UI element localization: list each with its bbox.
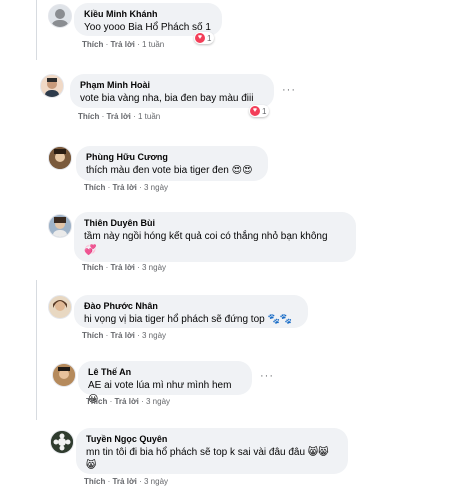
reaction-count[interactable]: ♥ 1 <box>249 105 270 117</box>
avatar-image <box>52 9 68 27</box>
comment: Kiều Minh Khánh Yoo yooo Bia Hổ Phách số… <box>0 0 450 60</box>
comment: Lê Thế An AE ai vote lúa mì như mình hem… <box>0 358 450 412</box>
reply-button[interactable]: Trả lời <box>114 397 138 406</box>
avatar-image <box>49 147 71 169</box>
avatar[interactable] <box>48 214 72 238</box>
heart-icon: ♥ <box>195 33 205 43</box>
comment-text: mn tin tôi đi bia hổ phách sẽ top k sai … <box>86 447 329 458</box>
avatar[interactable] <box>50 430 74 454</box>
comment-text: tầm này ngồi hóng kết quả coi có thắng n… <box>84 231 328 242</box>
avatar[interactable] <box>52 363 76 387</box>
comment-time[interactable]: 3 ngày <box>142 331 166 340</box>
comment-time[interactable]: 1 tuần <box>138 112 160 121</box>
like-button[interactable]: Thích <box>78 112 99 121</box>
comment: Thiên Duyên Bùi tầm này ngồi hóng kết qu… <box>0 208 450 278</box>
comment-actions: Thích · Trả lời · 3 ngày <box>82 331 167 340</box>
avatar[interactable] <box>48 4 72 28</box>
comment-author[interactable]: Tuyền Ngọc Quyên <box>86 433 338 446</box>
comment-time[interactable]: 3 ngày <box>146 397 170 406</box>
comment-author[interactable]: Lê Thế An <box>88 366 242 379</box>
comment-author[interactable]: Kiều Minh Khánh <box>84 8 212 21</box>
comment: Phạm Minh Hoài vote bia vàng nha, bia đe… <box>0 66 450 128</box>
heart-icon: ♥ <box>250 106 260 116</box>
comment-bubble: Phùng Hữu Cương thích màu đen vote bia t… <box>76 146 268 181</box>
like-button[interactable]: Thích <box>82 331 103 340</box>
reply-button[interactable]: Trả lời <box>110 331 134 340</box>
comment-bubble: Đào Phước Nhân hi vọng vị bia tiger hổ p… <box>74 295 308 328</box>
like-button[interactable]: Thích <box>86 397 107 406</box>
reaction-count[interactable]: ♥ 1 <box>194 32 215 44</box>
avatar[interactable] <box>48 146 72 170</box>
cat-face-emoji-icon: 😸😸 <box>307 447 329 458</box>
comment-actions: Thích · Trả lời · 3 ngày <box>86 397 171 406</box>
comment-actions: Thích · Trả lời · 1 tuần <box>78 112 161 121</box>
avatar-image <box>51 431 73 453</box>
comment-bubble: Tuyền Ngọc Quyên mn tin tôi đi bia hổ ph… <box>76 428 348 474</box>
reply-button[interactable]: Trả lời <box>110 263 134 272</box>
comment-actions: Thích · Trả lời · 1 tuần <box>82 40 165 49</box>
cat-face-emoji-icon: 😸 <box>86 460 97 471</box>
comment-actions: Thích · Trả lời · 3 ngày <box>84 183 169 192</box>
comment-author[interactable]: Phùng Hữu Cương <box>86 151 258 164</box>
comment-text: Yoo yooo Bia Hổ Phách số 1 <box>84 22 211 33</box>
comment-author[interactable]: Phạm Minh Hoài <box>80 79 264 92</box>
comment: Đào Phước Nhân hi vọng vị bia tiger hổ p… <box>0 292 450 344</box>
comment-text: thích màu đen vote bia tiger đen 😍😍 <box>86 165 253 176</box>
paw-prints-emoji-icon: 🐾🐾 <box>267 314 293 325</box>
comment-author[interactable]: Thiên Duyên Bùi <box>84 217 346 230</box>
comment-author[interactable]: Đào Phước Nhân <box>84 300 298 313</box>
hearts-emoji-icon: 💞 <box>84 245 97 256</box>
reply-button[interactable]: Trả lời <box>112 183 136 192</box>
reply-button[interactable]: Trả lời <box>106 112 130 121</box>
comment-bubble: Thiên Duyên Bùi tầm này ngồi hóng kết qu… <box>74 212 356 262</box>
heart-eyes-emoji-icon: 😍😍 <box>231 165 253 176</box>
like-button[interactable]: Thích <box>84 477 105 486</box>
comment-bubble: Lê Thế An AE ai vote lúa mì như mình hem… <box>78 361 252 405</box>
avatar-image <box>41 75 63 97</box>
avatar[interactable] <box>40 74 64 98</box>
comment: Tuyền Ngọc Quyên mn tin tôi đi bia hổ ph… <box>0 426 450 497</box>
avatar-image <box>49 215 71 237</box>
comment: Phùng Hữu Cương thích màu đen vote bia t… <box>0 142 450 204</box>
avatar-image <box>49 296 71 318</box>
avatar[interactable] <box>48 295 72 319</box>
reply-button[interactable]: Trả lời <box>110 40 134 49</box>
comment-actions: Thích · Trả lời · 3 ngày <box>84 477 169 486</box>
reply-button[interactable]: Trả lời <box>112 477 136 486</box>
like-button[interactable]: Thích <box>84 183 105 192</box>
comment-time[interactable]: 3 ngày <box>144 477 168 486</box>
comment-time[interactable]: 3 ngày <box>144 183 168 192</box>
comment-time[interactable]: 1 tuần <box>142 40 164 49</box>
comment-text: vote bia vàng nha, bia đen bay màu điii <box>80 93 254 104</box>
comment-text: hi vọng vị bia tiger hổ phách sẽ đứng to… <box>84 314 293 325</box>
avatar-image <box>53 364 75 386</box>
more-options-icon[interactable]: ··· <box>282 84 296 96</box>
comment-actions: Thích · Trả lời · 3 ngày <box>82 263 167 272</box>
like-button[interactable]: Thích <box>82 40 103 49</box>
comment-bubble: Phạm Minh Hoài vote bia vàng nha, bia đe… <box>70 74 274 108</box>
like-button[interactable]: Thích <box>82 263 103 272</box>
comment-time[interactable]: 3 ngày <box>142 263 166 272</box>
more-options-icon[interactable]: ··· <box>260 370 274 382</box>
